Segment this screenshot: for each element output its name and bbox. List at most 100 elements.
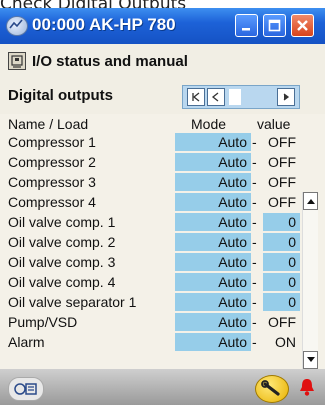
value-text: 0 — [288, 234, 296, 250]
value-text: ON — [275, 334, 296, 350]
mode-value: Auto — [218, 294, 247, 310]
table-row: Oil valve comp. 4 Auto - 0 — [0, 272, 300, 292]
mode-field[interactable]: Auto — [175, 133, 251, 151]
table-row: Oil valve separator 1 Auto - 0 — [0, 292, 300, 312]
row-name: Compressor 2 — [8, 154, 96, 170]
value-text: OFF — [268, 174, 296, 190]
row-name: Compressor 4 — [8, 194, 96, 210]
value-text: 0 — [288, 254, 296, 270]
table-row: Oil valve comp. 3 Auto - 0 — [0, 252, 300, 272]
separator-dash: - — [252, 194, 257, 210]
wrench-icon — [261, 380, 280, 396]
subsection-title: Digital outputs — [8, 87, 113, 104]
controller-icon — [14, 383, 37, 395]
mode-value: Auto — [218, 234, 247, 250]
table-row: Compressor 2 Auto - OFF — [0, 152, 300, 172]
mode-field[interactable]: Auto — [175, 153, 251, 171]
value-field: OFF — [263, 133, 300, 151]
value-field[interactable]: 0 — [263, 213, 300, 231]
value-field[interactable]: 0 — [263, 233, 300, 251]
mode-value: Auto — [218, 334, 247, 350]
mode-field[interactable]: Auto — [175, 233, 251, 251]
table-row: Alarm Auto - ON — [0, 332, 300, 352]
mode-value: Auto — [218, 174, 247, 190]
separator-dash: - — [252, 314, 257, 330]
first-page-icon — [192, 92, 200, 102]
mode-value: Auto — [218, 214, 247, 230]
row-name: Oil valve comp. 4 — [8, 274, 116, 290]
mode-field[interactable]: Auto — [175, 333, 251, 351]
title-bar[interactable]: 00:000 AK-HP 780 — [0, 8, 325, 44]
row-name: Oil valve separator 1 — [8, 294, 137, 310]
value-field[interactable]: 0 — [263, 293, 300, 311]
mode-value: Auto — [218, 254, 247, 270]
mode-value: Auto — [218, 194, 247, 210]
controller-button[interactable] — [8, 377, 44, 401]
service-button[interactable] — [255, 375, 289, 403]
page-slider-thumb[interactable] — [229, 89, 241, 105]
alarm-button[interactable] — [298, 377, 316, 397]
prev-page-button[interactable] — [207, 88, 225, 106]
value-field: OFF — [263, 153, 300, 171]
value-field[interactable]: 0 — [263, 253, 300, 271]
value-text: OFF — [268, 154, 296, 170]
table-row: Compressor 1 Auto - OFF — [0, 132, 300, 152]
close-button[interactable] — [291, 14, 314, 37]
table-row: Oil valve comp. 2 Auto - 0 — [0, 232, 300, 252]
maximize-button[interactable] — [263, 14, 286, 37]
table-row: Oil valve comp. 1 Auto - 0 — [0, 212, 300, 232]
table-row: Compressor 3 Auto - OFF — [0, 172, 300, 192]
value-text: 0 — [288, 214, 296, 230]
column-mode-header: Mode — [191, 116, 227, 132]
close-icon — [297, 20, 308, 31]
mode-field[interactable]: Auto — [175, 253, 251, 271]
maximize-icon — [268, 19, 281, 32]
scroll-down-button[interactable] — [303, 351, 318, 369]
mode-value: Auto — [218, 314, 247, 330]
column-name-header: Name / Load — [8, 116, 89, 132]
separator-dash: - — [252, 134, 257, 150]
mode-field[interactable]: Auto — [175, 193, 251, 211]
mode-value: Auto — [218, 274, 247, 290]
mode-field[interactable]: Auto — [175, 293, 251, 311]
separator-dash: - — [252, 174, 257, 190]
value-text: OFF — [268, 314, 296, 330]
app-window: 00:000 AK-HP 780 I/O status and manual D… — [0, 8, 325, 405]
separator-dash: - — [252, 214, 257, 230]
mode-field[interactable]: Auto — [175, 313, 251, 331]
prev-page-icon — [211, 92, 219, 102]
value-field: OFF — [263, 313, 300, 331]
value-field[interactable]: 0 — [263, 273, 300, 291]
value-field: OFF — [263, 193, 300, 211]
section-header: I/O status and manual — [0, 44, 325, 78]
row-name: Oil valve comp. 2 — [8, 234, 116, 250]
value-text: 0 — [288, 294, 296, 310]
value-text: 0 — [288, 274, 296, 290]
separator-dash: - — [252, 334, 257, 350]
mode-value: Auto — [218, 154, 247, 170]
table-row: Pump/VSD Auto - OFF — [0, 312, 300, 332]
row-name: Oil valve comp. 3 — [8, 254, 116, 270]
scroll-up-button[interactable] — [303, 192, 318, 210]
page-selector[interactable] — [182, 85, 300, 109]
minimize-button[interactable] — [235, 14, 258, 37]
minimize-icon — [242, 28, 250, 31]
next-page-button[interactable] — [277, 88, 295, 106]
first-page-button[interactable] — [187, 88, 205, 106]
separator-dash: - — [252, 234, 257, 250]
row-name: Compressor 3 — [8, 174, 96, 190]
next-page-icon — [283, 93, 290, 101]
row-name: Pump/VSD — [8, 314, 78, 330]
mode-field[interactable]: Auto — [175, 213, 251, 231]
table-row: Compressor 4 Auto - OFF — [0, 192, 300, 212]
value-field: OFF — [263, 173, 300, 191]
value-text: OFF — [268, 134, 296, 150]
row-name: Oil valve comp. 1 — [8, 214, 116, 230]
scrollbar[interactable] — [302, 192, 318, 369]
mode-field[interactable]: Auto — [175, 273, 251, 291]
separator-dash: - — [252, 274, 257, 290]
column-value-header: value — [257, 116, 291, 132]
mode-field[interactable]: Auto — [175, 173, 251, 191]
row-name: Alarm — [8, 334, 45, 350]
subsection-header: Digital outputs — [0, 78, 325, 114]
